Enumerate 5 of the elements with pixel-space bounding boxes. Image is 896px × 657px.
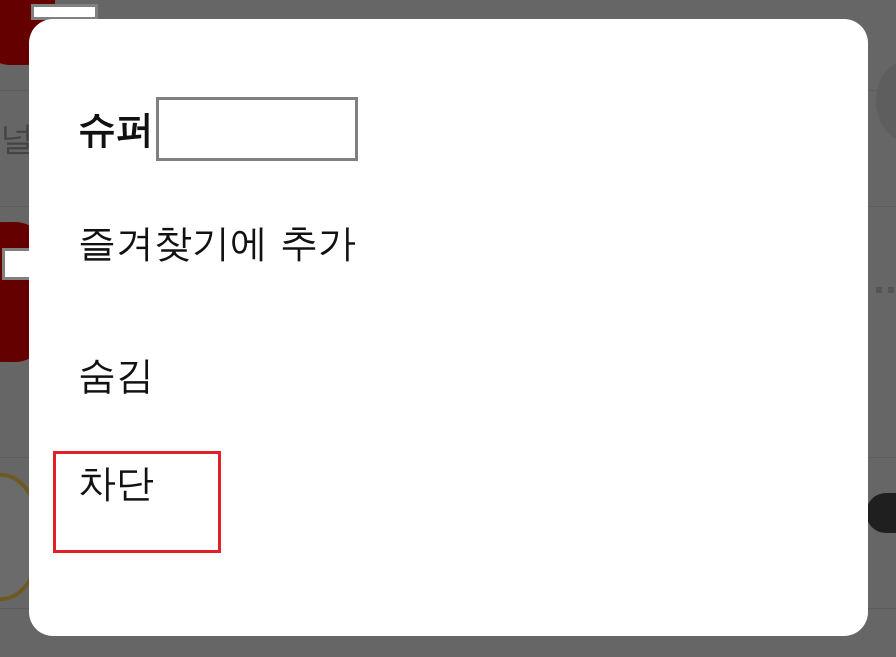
menu-item[interactable]: 차단 bbox=[53, 451, 221, 553]
menu-item[interactable]: 즐겨찾기에 추가 bbox=[53, 213, 360, 273]
menu-item[interactable]: 숨김 bbox=[53, 345, 157, 405]
dialog-title: 슈퍼 bbox=[78, 106, 154, 152]
channel-logo bbox=[866, 493, 896, 533]
